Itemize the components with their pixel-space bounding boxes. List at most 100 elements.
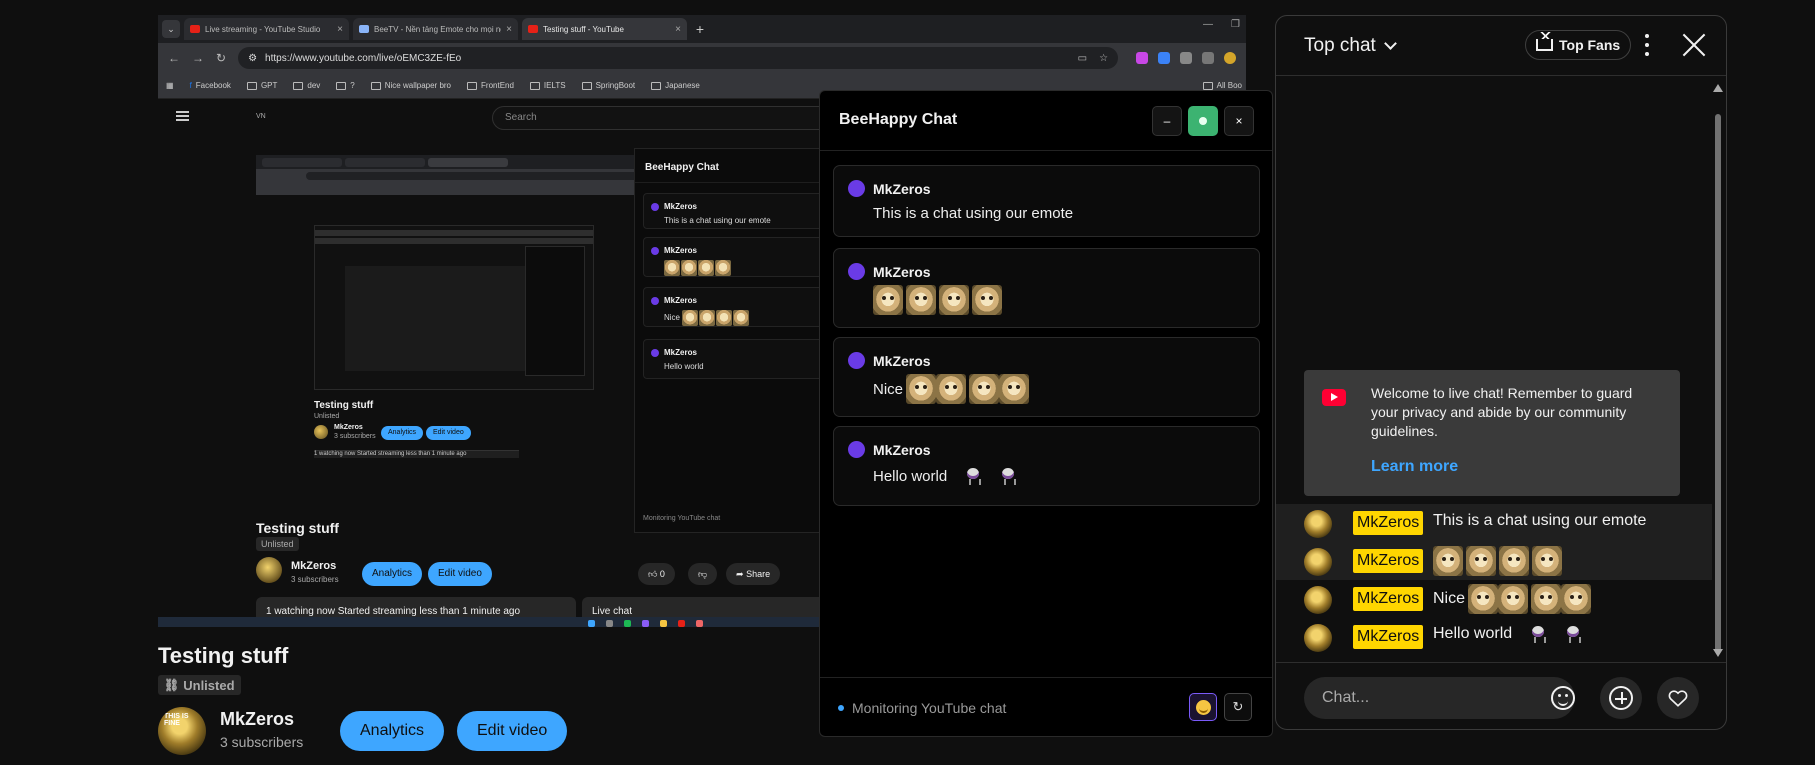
welcome-banner: Welcome to live chat! Remember to guard … (1304, 370, 1680, 496)
new-tab-icon[interactable]: + (691, 21, 709, 37)
windows-start-icon (588, 620, 595, 627)
folder-icon (336, 81, 347, 90)
browser-tab-active[interactable]: Testing stuff - YouTube × (522, 18, 687, 40)
menu-icon[interactable] (176, 111, 189, 121)
chat-message-content: Hello world (1433, 624, 1582, 644)
emoji-icon[interactable] (1551, 686, 1575, 710)
like-chat-button[interactable] (1657, 677, 1699, 719)
emote-picker-button[interactable] (1189, 693, 1217, 721)
bookmark-folder[interactable]: GPT (246, 81, 277, 90)
author-avatar[interactable] (1304, 624, 1332, 652)
media-icon[interactable] (1202, 52, 1215, 64)
chat-mode-dropdown[interactable]: Top chat (1304, 35, 1397, 57)
author-avatar[interactable] (1304, 586, 1332, 614)
url-field[interactable]: ⚙ https://www.youtube.com/live/oEMC3ZE-f… (238, 47, 1119, 69)
author-avatar[interactable] (1304, 510, 1332, 538)
bookmark-folder[interactable]: IELTS (529, 81, 566, 90)
minimize-button[interactable]: – (1152, 106, 1182, 136)
owner-name-badge[interactable]: MkZeros (1353, 587, 1424, 611)
browser-tab-title: Testing stuff - YouTube (543, 24, 624, 34)
hamster-emote (1561, 584, 1592, 614)
hamster-emote (716, 310, 733, 326)
reload-icon[interactable]: ↻ (216, 51, 226, 65)
close-icon[interactable] (1681, 32, 1707, 58)
nested-monitoring: Monitoring YouTube chat (643, 515, 721, 522)
bookmark-star-icon[interactable]: ☆ (1099, 53, 1108, 64)
status-dot-icon (838, 705, 844, 711)
hamster-emote (681, 260, 697, 276)
hamster-emote (682, 310, 699, 326)
bee-footer: Monitoring YouTube chat ↻ (820, 677, 1272, 736)
chat-mode-label: Top chat (1304, 35, 1376, 56)
browser-tab[interactable]: BeeTV - Nền tảng Emote cho mọi ng... × (353, 18, 518, 40)
hamster-emote (733, 310, 750, 326)
channel-name[interactable]: MkZeros (220, 709, 294, 730)
bookmark-folder[interactable]: dev (293, 81, 320, 90)
chat-message-row[interactable]: MkZeros This is a chat using our emote (1276, 504, 1712, 542)
like-icon: 👍︎ (648, 569, 658, 579)
message-content (873, 285, 1002, 315)
bookmark-facebook[interactable]: f Facebook (190, 81, 231, 90)
bookmark-folder[interactable]: SpringBoot (581, 81, 635, 90)
hamster-emote (699, 310, 716, 326)
author-avatar[interactable] (1304, 548, 1332, 576)
chat-message-row[interactable]: MkZeros Hello world (1276, 618, 1712, 656)
analytics-button[interactable]: Analytics (340, 711, 445, 751)
all-bookmarks[interactable]: All Boo (1202, 81, 1242, 90)
close-tab-icon[interactable]: × (337, 24, 343, 35)
forward-icon[interactable]: → (192, 51, 204, 65)
hamster-emote (1498, 584, 1529, 614)
chat-message-row[interactable]: MkZeros (1276, 542, 1712, 580)
refresh-icon: ↻ (1232, 699, 1244, 714)
message-author: MkZeros (873, 442, 931, 458)
close-button[interactable]: × (1224, 106, 1254, 136)
hamster-emote (969, 374, 1000, 404)
more-vert-icon[interactable] (1644, 34, 1650, 56)
hamster-emote (1433, 546, 1463, 576)
owner-name-badge[interactable]: MkZeros (1353, 511, 1424, 535)
anime-sticker-emote (999, 466, 1017, 486)
scrollbar-thumb[interactable] (1715, 114, 1721, 654)
taskbar-search-icon (606, 620, 613, 627)
owner-name-badge[interactable]: MkZeros (1353, 625, 1424, 649)
owner-name-badge[interactable]: MkZeros (1353, 549, 1424, 573)
top-fans-label: Top Fans (1559, 37, 1621, 53)
apps-icon[interactable]: ▦ (166, 81, 174, 90)
taskbar-app-icon (696, 620, 703, 627)
folder-icon (1202, 81, 1213, 90)
minimize-window-icon[interactable]: — (1203, 19, 1213, 30)
puzzle-icon[interactable] (1180, 52, 1193, 64)
site-info-icon[interactable]: ⚙ (248, 53, 257, 64)
profile-avatar[interactable] (1224, 52, 1237, 64)
close-tab-icon[interactable]: × (675, 24, 681, 35)
tab-search-button[interactable]: ⌄ (162, 20, 180, 38)
edit-video-button[interactable]: Edit video (457, 711, 568, 751)
extension-icon[interactable] (1158, 52, 1171, 64)
user-avatar-dot (848, 352, 865, 369)
add-button[interactable] (1600, 677, 1642, 719)
back-icon[interactable]: ← (168, 51, 180, 65)
share-icon: ➦ (736, 569, 744, 579)
chat-message-row[interactable]: MkZeros Nice (1276, 580, 1712, 618)
learn-more-link[interactable]: Learn more (1371, 458, 1458, 476)
nested-channel: MkZeros (334, 424, 363, 431)
connection-status-button[interactable] (1188, 106, 1218, 136)
bookmark-folder[interactable]: Japanese (651, 81, 700, 90)
nested-video-title: Testing stuff (314, 400, 374, 411)
bookmark-folder[interactable]: Nice wallpaper bro (370, 81, 451, 90)
scroll-down-arrow[interactable] (1713, 649, 1723, 657)
bookmark-folder[interactable]: FrontEnd (467, 81, 514, 90)
folder-icon (581, 81, 592, 90)
channel-avatar[interactable]: THIS IS FINE (158, 707, 206, 755)
search-input[interactable]: Search (492, 106, 852, 130)
close-tab-icon[interactable]: × (506, 24, 512, 35)
scroll-up-arrow[interactable] (1713, 84, 1723, 92)
restore-window-icon[interactable]: ❐ (1231, 19, 1240, 30)
cast-icon[interactable]: ▭ (1078, 53, 1087, 64)
bookmark-folder[interactable]: ? (336, 81, 355, 90)
refresh-button[interactable]: ↻ (1224, 693, 1252, 721)
top-fans-button[interactable]: Top Fans (1525, 30, 1632, 60)
browser-tab[interactable]: Live streaming - YouTube Studio × (184, 18, 349, 40)
chat-input[interactable]: Chat... (1304, 677, 1575, 719)
extension-icon[interactable] (1136, 52, 1149, 64)
